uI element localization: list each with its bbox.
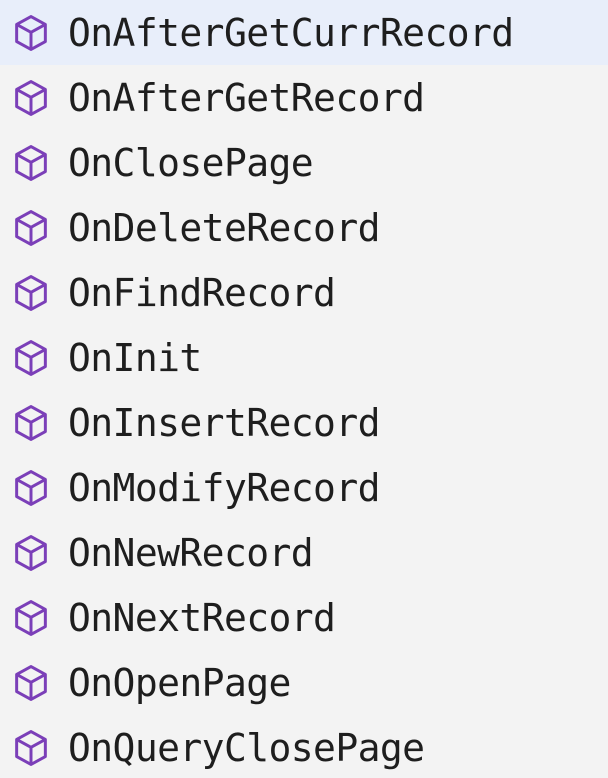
suggestion-item-on-close-page[interactable]: OnClosePage [0, 130, 608, 195]
method-cube-icon [10, 597, 52, 639]
suggestion-label: OnDeleteRecord [68, 205, 381, 250]
method-cube-icon [10, 337, 52, 379]
method-cube-icon [10, 207, 52, 249]
suggestion-item-on-query-close-page[interactable]: OnQueryClosePage [0, 715, 608, 778]
suggestion-label: OnQueryClosePage [68, 725, 425, 770]
method-cube-icon [10, 727, 52, 769]
suggestion-label: OnInsertRecord [68, 400, 381, 445]
suggestion-item-on-find-record[interactable]: OnFindRecord [0, 260, 608, 325]
method-cube-icon [10, 467, 52, 509]
suggestion-item-on-next-record[interactable]: OnNextRecord [0, 585, 608, 650]
suggestion-item-on-after-get-record[interactable]: OnAfterGetRecord [0, 65, 608, 130]
suggestion-label: OnInit [68, 335, 202, 380]
suggestion-item-on-init[interactable]: OnInit [0, 325, 608, 390]
suggestion-label: OnFindRecord [68, 270, 336, 315]
method-cube-icon [10, 402, 52, 444]
suggestion-label: OnOpenPage [68, 660, 291, 705]
method-cube-icon [10, 142, 52, 184]
suggestion-label: OnAfterGetRecord [68, 75, 425, 120]
method-cube-icon [10, 272, 52, 314]
suggestion-list: OnAfterGetCurrRecord OnAfterGetRecord On… [0, 0, 608, 778]
suggestion-label: OnClosePage [68, 140, 314, 185]
suggestion-label: OnNextRecord [68, 595, 336, 640]
suggestion-item-on-new-record[interactable]: OnNewRecord [0, 520, 608, 585]
method-cube-icon [10, 77, 52, 119]
suggestion-item-on-modify-record[interactable]: OnModifyRecord [0, 455, 608, 520]
method-cube-icon [10, 662, 52, 704]
suggestion-item-on-after-get-curr-record[interactable]: OnAfterGetCurrRecord [0, 0, 608, 65]
suggestion-item-on-delete-record[interactable]: OnDeleteRecord [0, 195, 608, 260]
method-cube-icon [10, 532, 52, 574]
suggestion-label: OnNewRecord [68, 530, 314, 575]
suggestion-label: OnModifyRecord [68, 465, 381, 510]
suggestion-item-on-open-page[interactable]: OnOpenPage [0, 650, 608, 715]
suggestion-item-on-insert-record[interactable]: OnInsertRecord [0, 390, 608, 455]
method-cube-icon [10, 12, 52, 54]
suggestion-label: OnAfterGetCurrRecord [68, 10, 514, 55]
